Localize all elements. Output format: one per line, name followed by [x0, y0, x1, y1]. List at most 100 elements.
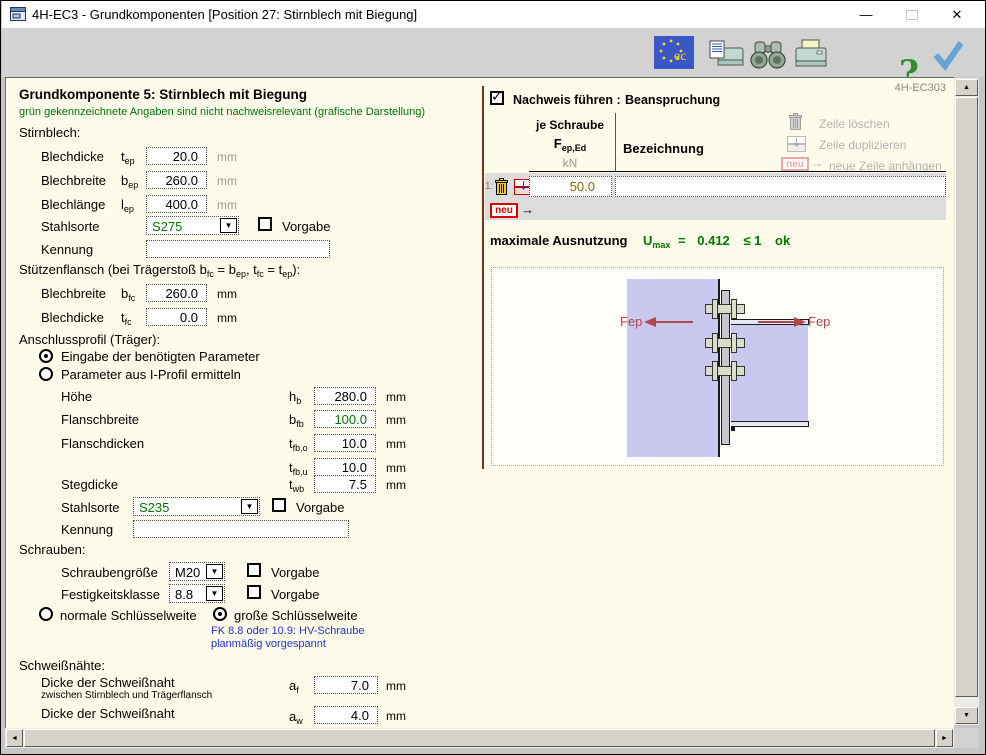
col-header-fep: Fep,Ed: [528, 136, 612, 151]
unit-label: mm: [217, 311, 237, 325]
delete-row-label: Zeile löschen: [819, 117, 890, 131]
field-symbol: tep: [121, 149, 135, 164]
close-button[interactable]: ✕: [943, 5, 971, 25]
scroll-up-button[interactable]: ▲: [955, 79, 978, 96]
bezeichnung-input[interactable]: [615, 176, 946, 197]
field-label: Blechbreite: [41, 286, 106, 301]
bep-input[interactable]: 260.0: [146, 171, 207, 189]
scroll-right-button[interactable]: ►: [936, 729, 953, 747]
stahlsorte2-dropdown[interactable]: S235 ▼: [133, 497, 260, 516]
aw-input[interactable]: 4.0: [314, 706, 378, 724]
hint-text: grün gekennzeichnete Angaben sind nicht …: [19, 106, 425, 118]
checkmark-icon: ✓: [491, 88, 503, 105]
kennung2-input[interactable]: [133, 520, 349, 538]
confirm-check-icon[interactable]: [930, 38, 966, 77]
lep-input[interactable]: 400.0: [146, 195, 207, 213]
twb-input[interactable]: 7.5: [314, 475, 376, 493]
hb-input[interactable]: 280.0: [314, 387, 376, 405]
field-label: Blechdicke: [41, 310, 104, 325]
print-icon[interactable]: [793, 39, 829, 74]
bolt-shaft: [705, 366, 745, 376]
field-label: Blechdicke: [41, 149, 104, 164]
dropdown-arrow-icon[interactable]: ▼: [220, 218, 237, 233]
radio-grosse-schluesselweite[interactable]: [213, 607, 227, 621]
vorgabe-label: Vorgabe: [296, 500, 344, 515]
field-symbol: tfb,u: [289, 460, 308, 475]
tfbo-input[interactable]: 10.0: [314, 434, 376, 452]
bfc-input[interactable]: 260.0: [146, 284, 207, 302]
tfc-input[interactable]: 0.0: [146, 308, 207, 326]
field-symbol: aw: [289, 709, 303, 724]
scroll-left-button[interactable]: ◄: [6, 729, 23, 747]
fep-value-input[interactable]: 50.0: [529, 176, 612, 197]
field-symbol: af: [289, 678, 299, 693]
page-title: Grundkomponente 5: Stirnblech mit Biegun…: [19, 87, 307, 102]
field-symbol: hb: [289, 389, 301, 404]
tfbu-input[interactable]: 10.0: [314, 458, 376, 476]
field-label: Flanschbreite: [61, 412, 139, 427]
vorgabe2-checkbox[interactable]: [272, 498, 286, 512]
force-arrow-right-shaft: [758, 321, 795, 323]
radio-normale-schluesselweite[interactable]: [39, 607, 53, 621]
schraubengroesse-dropdown[interactable]: M20 ▼: [169, 562, 225, 581]
weld1-sublabel: zwischen Stirnblech und Trägerflansch: [41, 690, 212, 701]
scroll-down-button[interactable]: ▼: [955, 707, 978, 724]
delete-row-icon-disabled: [788, 113, 803, 136]
field-label: Blechlänge: [41, 197, 105, 212]
minimize-button[interactable]: —: [852, 5, 880, 25]
vertical-scroll-thumb[interactable]: [955, 97, 978, 697]
append-arrow-icon: →: [521, 202, 534, 217]
unit-label: mm: [217, 287, 237, 301]
header-underline: [529, 171, 946, 172]
af-input[interactable]: 7.0: [314, 676, 378, 694]
unit-label: mm: [386, 461, 406, 475]
tep-input[interactable]: 20.0: [146, 147, 207, 165]
field-symbol: bep: [121, 173, 138, 188]
weld-mark-bottom: [731, 427, 735, 431]
delete-row-icon[interactable]: [494, 177, 509, 201]
fk-note-line1: FK 8.8 oder 10.9: HV-Schraube: [211, 625, 364, 637]
schraubengroesse-label: Schraubengröße: [61, 565, 158, 580]
radio-eingabe-parameter[interactable]: [39, 349, 53, 363]
field-symbol: tfb,o: [289, 436, 308, 451]
festigkeitsklasse-label: Festigkeitsklasse: [61, 587, 160, 602]
module-code: 4H-EC303: [871, 82, 946, 94]
force-arrowhead-left: [644, 317, 656, 327]
field-label: Blechbreite: [41, 173, 106, 188]
vorgabe4-checkbox[interactable]: [247, 585, 261, 599]
festigkeitsklasse-dropdown[interactable]: 8.8 ▼: [169, 584, 225, 603]
vorgabe-label: Vorgabe: [271, 565, 319, 580]
bolt-washer: [731, 361, 737, 381]
vorgabe-label: Vorgabe: [282, 219, 330, 234]
kennung1-input[interactable]: [146, 240, 330, 258]
section-schweissnaehte: Schweißnähte:: [19, 658, 105, 673]
print-preview-icon[interactable]: [709, 40, 745, 75]
unit-label: mm: [386, 437, 406, 451]
stahlsorte-label: Stahlsorte: [41, 219, 100, 234]
horizontal-scroll-thumb[interactable]: [24, 729, 935, 747]
bolt-washer: [712, 299, 718, 319]
dropdown-arrow-icon[interactable]: ▼: [241, 499, 258, 514]
panel-separator: [482, 86, 484, 469]
stahlsorte1-dropdown[interactable]: S275 ▼: [146, 216, 239, 235]
radio-label: große Schlüsselweite: [234, 608, 358, 623]
nachweis-value: Beanspruchung: [625, 93, 720, 107]
eurocode-icon[interactable]: ec: [654, 36, 694, 74]
bfb-input[interactable]: 100.0: [314, 410, 376, 428]
append-arrow-icon-disabled: →: [811, 156, 823, 170]
radio-i-profil[interactable]: [39, 367, 53, 381]
unit-label: mm: [386, 390, 406, 404]
beam-bottom-flange: [731, 421, 809, 427]
vorgabe3-checkbox[interactable]: [247, 563, 261, 577]
bolt-washer: [731, 333, 737, 353]
field-label: Stegdicke: [61, 477, 118, 492]
append-row-badge[interactable]: neu: [490, 203, 518, 218]
dropdown-arrow-icon[interactable]: ▼: [206, 586, 223, 601]
unit-label: mm: [386, 478, 406, 492]
bolt-shaft: [705, 338, 745, 348]
search-binoculars-icon[interactable]: [749, 39, 787, 75]
vorgabe1-checkbox[interactable]: [258, 217, 272, 231]
nachweis-checkbox[interactable]: ✓: [490, 91, 504, 105]
dropdown-arrow-icon[interactable]: ▼: [206, 564, 223, 579]
col-header-unit: kN: [528, 156, 612, 170]
